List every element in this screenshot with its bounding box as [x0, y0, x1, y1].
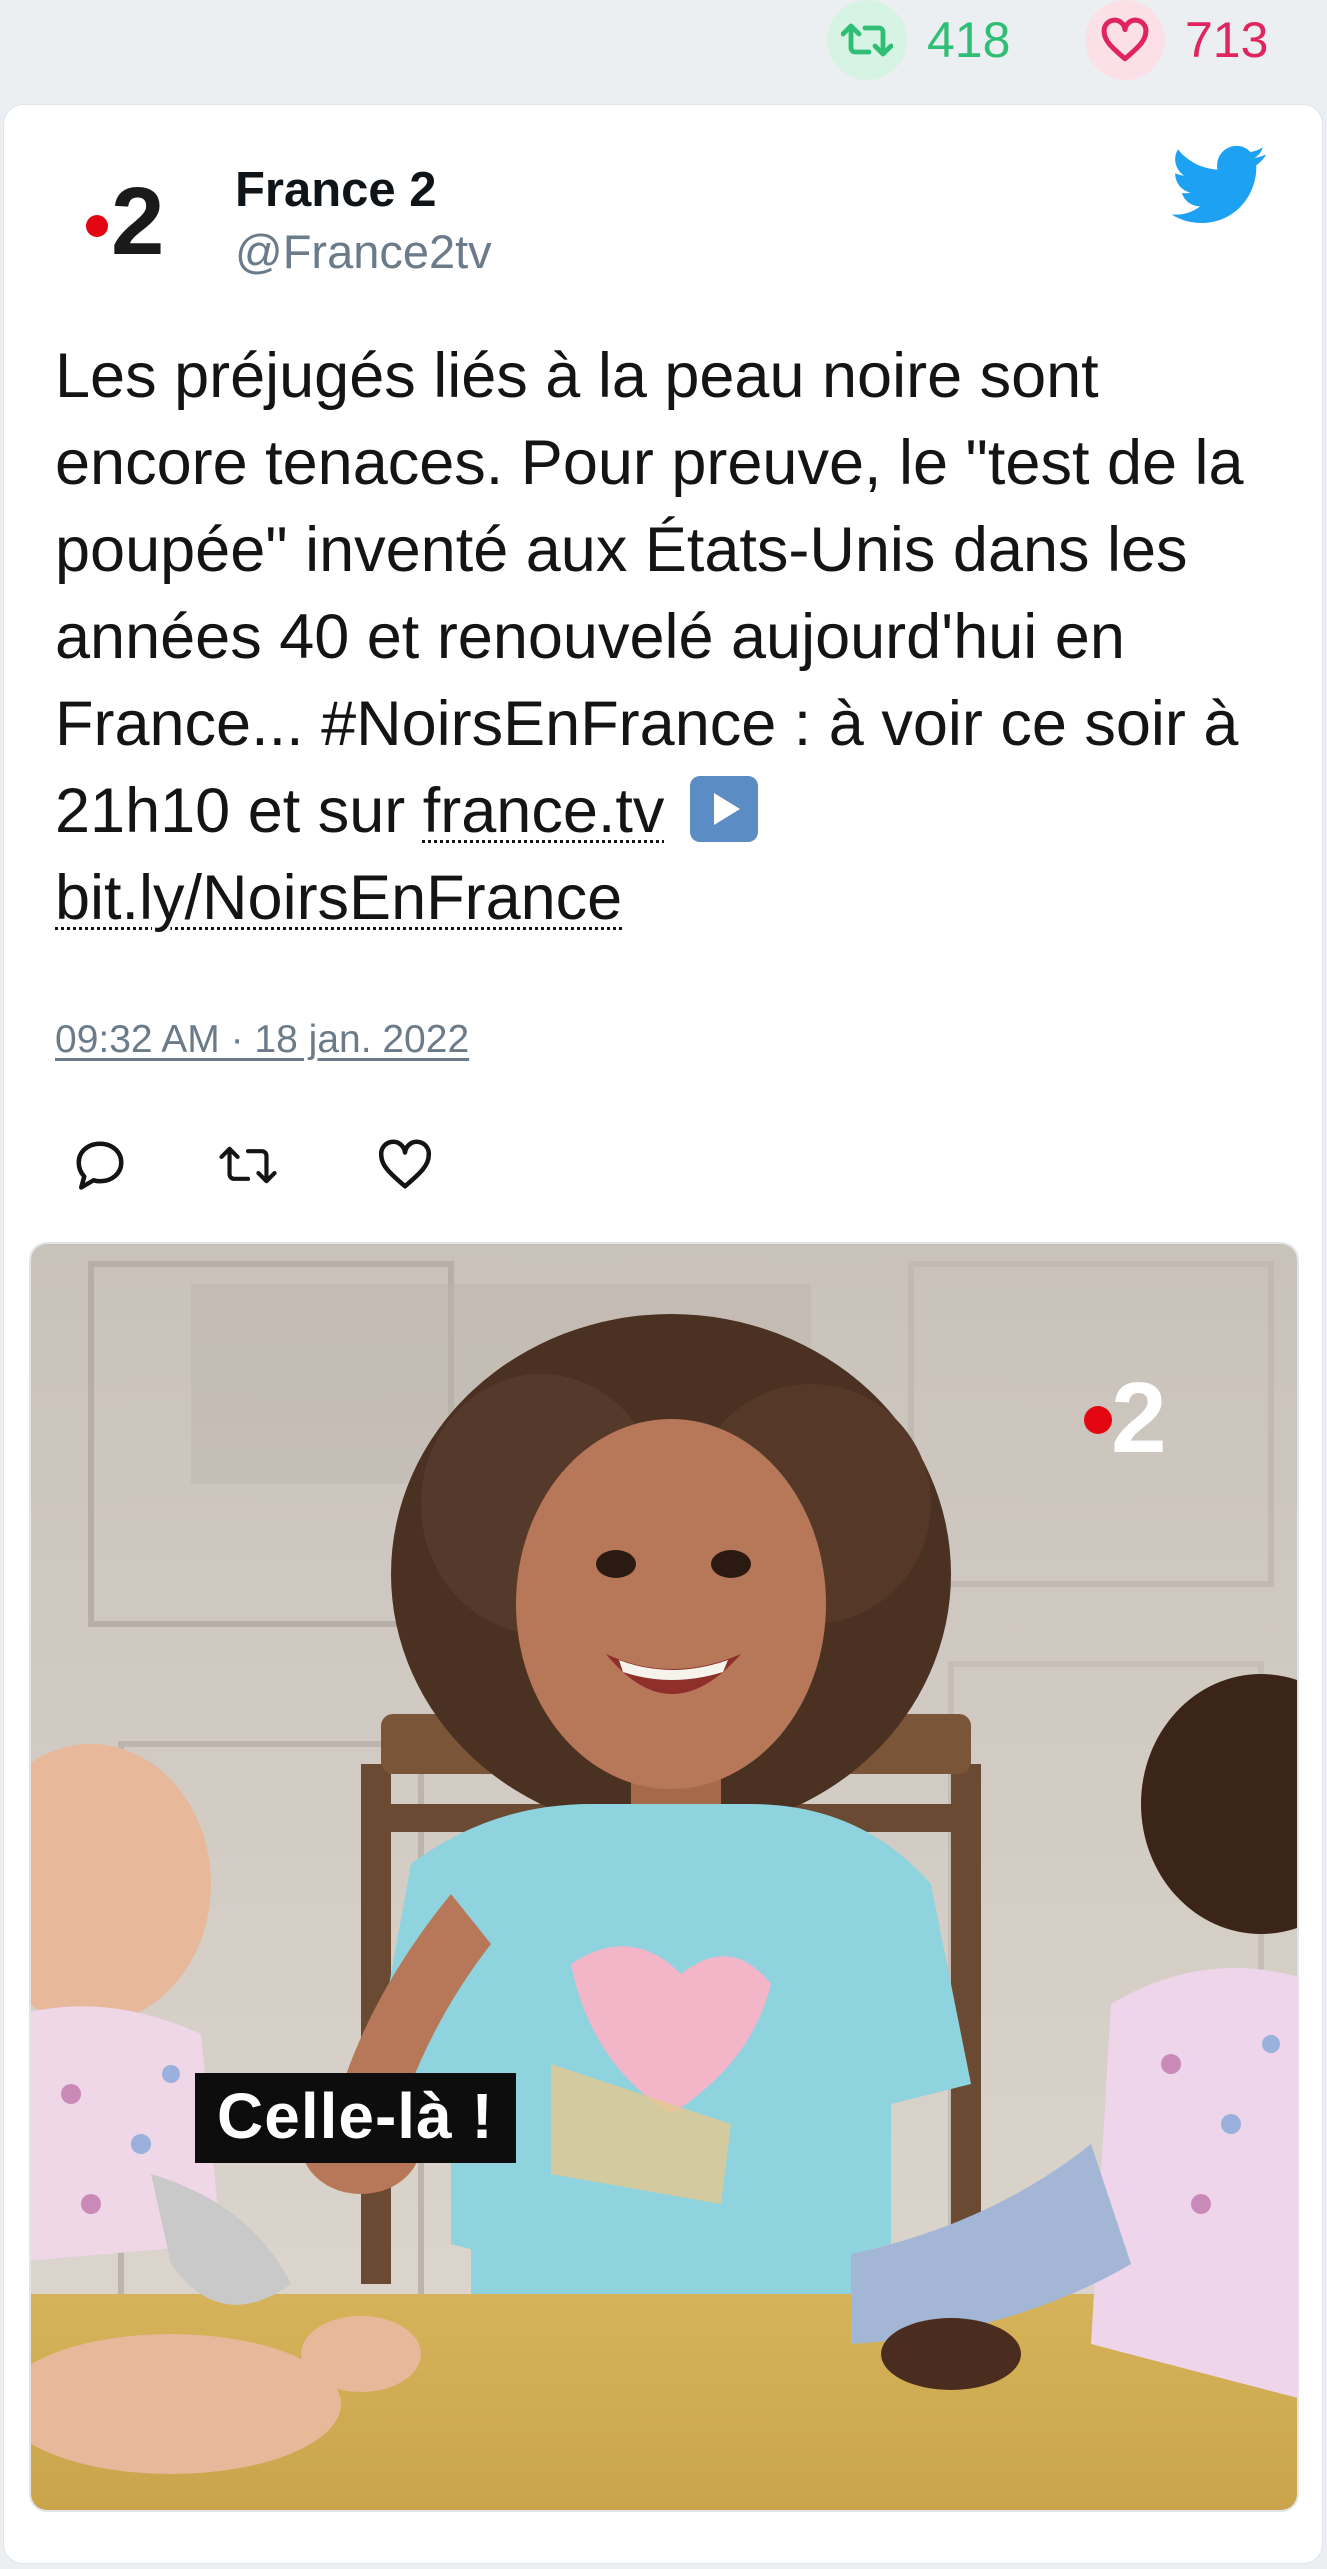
twitter-bird-icon[interactable]	[1171, 145, 1267, 225]
tweet-text: Les préjugés liés à la peau noire sont e…	[55, 333, 1275, 942]
svg-text:2: 2	[111, 168, 164, 275]
author-handle[interactable]: @France2tv	[235, 224, 492, 279]
france2-logo[interactable]: 2	[75, 160, 190, 275]
bitly-link[interactable]: bit.ly/NoirsEnFrance	[55, 863, 622, 933]
tweet-stats-bar: 418 713	[0, 0, 1327, 95]
heart-icon	[1085, 0, 1165, 80]
retweet-icon	[827, 0, 907, 80]
tweet-video-thumbnail[interactable]: 2	[29, 1242, 1299, 2512]
video-caption: Celle-là !	[195, 2073, 516, 2163]
media-watermark: 2	[1111, 1362, 1167, 1474]
author-name[interactable]: France 2	[235, 162, 437, 218]
tweet-body: Les préjugés liés à la peau noire sont e…	[55, 341, 1244, 846]
like-count-stat[interactable]: 713	[1085, 0, 1268, 80]
retweet-icon[interactable]	[218, 1135, 278, 1195]
france-tv-link[interactable]: france.tv	[423, 776, 665, 846]
like-icon[interactable]	[375, 1135, 435, 1195]
like-count: 713	[1185, 12, 1269, 68]
reply-icon[interactable]	[70, 1135, 130, 1195]
tweet-actions	[0, 1135, 600, 1195]
video-frame-illustration: 2	[31, 1244, 1297, 2510]
retweet-count: 418	[927, 12, 1011, 68]
play-button-emoji-icon	[689, 776, 758, 842]
tweet-timestamp[interactable]: 09:32 AM · 18 jan. 2022	[55, 1018, 469, 1062]
retweet-count-stat[interactable]: 418	[827, 0, 1010, 80]
